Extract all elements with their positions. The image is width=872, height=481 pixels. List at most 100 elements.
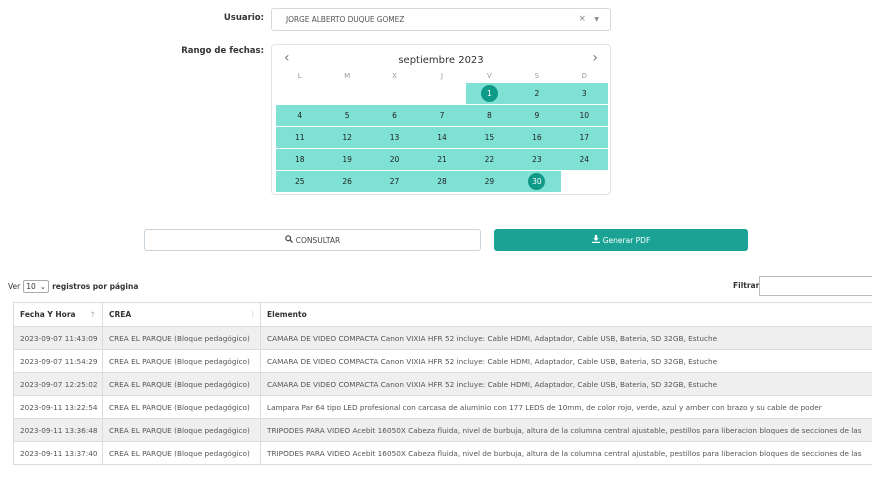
calendar-day-number: 24 xyxy=(579,155,590,164)
calendar-day-selected[interactable]: 30 xyxy=(513,171,561,192)
calendar-day[interactable]: 9 xyxy=(513,105,561,126)
calendar-day[interactable]: 24 xyxy=(560,149,608,170)
calendar-day[interactable]: 12 xyxy=(323,127,371,148)
weekday-label: J xyxy=(440,72,444,80)
user-select[interactable]: JORGE ALBERTO DUQUE GOMEZ × ▼ xyxy=(271,8,611,31)
calendar-day[interactable]: 28 xyxy=(418,171,466,192)
calendar-day[interactable]: 17 xyxy=(560,127,608,148)
calendar-day-number: 27 xyxy=(389,177,400,186)
calendar-day[interactable]: 16 xyxy=(513,127,561,148)
calendar-day[interactable]: 29 xyxy=(465,171,514,192)
calendar-day[interactable]: 25 xyxy=(276,171,324,192)
calendar-day-number: 22 xyxy=(484,155,495,164)
calendar-day[interactable]: 15 xyxy=(465,127,514,148)
calendar-day[interactable]: 6 xyxy=(370,105,419,126)
calendar-day-number: 9 xyxy=(534,111,540,120)
column-header-crea[interactable]: CREA ⁝ xyxy=(102,302,261,327)
calendar-day[interactable]: 5 xyxy=(323,105,371,126)
calendar-month-title: septiembre 2023 xyxy=(398,55,484,66)
table-header-row: Fecha Y Hora ↑ CREA ⁝ Elemento xyxy=(13,302,872,327)
consult-button[interactable]: CONSULTAR xyxy=(144,229,481,251)
generate-pdf-button[interactable]: Generar PDF xyxy=(494,229,748,251)
calendar-day[interactable]: 23 xyxy=(513,149,561,170)
calendar-day-number: 10 xyxy=(579,111,590,120)
cell-date: 2023-09-11 13:37:40 xyxy=(13,441,103,465)
sort-icon: ⁝ xyxy=(251,310,254,319)
calendar-day[interactable]: 26 xyxy=(323,171,371,192)
filter-label: Filtrar xyxy=(733,281,760,290)
column-header-element[interactable]: Elemento xyxy=(260,302,872,327)
page-size-select[interactable]: 10 ⌄ xyxy=(23,280,50,293)
date-range-calendar: ‹ septiembre 2023 › LMXJVSD 1 2 3 4 5 6 7 8 9 10 1… xyxy=(271,44,611,195)
chevron-down-icon[interactable]: ▼ xyxy=(594,16,599,23)
cell-element: TRIPODES PARA VIDEO Acebit 16050X Cabeza… xyxy=(260,441,872,465)
calendar-day[interactable]: 10 xyxy=(560,105,608,126)
calendar-day[interactable]: 19 xyxy=(323,149,371,170)
calendar-empty-cell xyxy=(371,83,418,104)
weekday-header: LMXJVSD xyxy=(276,72,608,80)
cell-element: TRIPODES PARA VIDEO Acebit 16050X Cabeza… xyxy=(260,418,872,442)
table-row[interactable]: 2023-09-11 13:36:48 CREA EL PARQUE (Bloqu… xyxy=(13,418,872,442)
calendar-day-number: 13 xyxy=(389,133,400,142)
calendar-day[interactable]: 21 xyxy=(418,149,466,170)
calendar-day-number: 29 xyxy=(484,177,495,186)
user-label: Usuario: xyxy=(223,13,264,23)
calendar-day[interactable]: 18 xyxy=(276,149,324,170)
calendar-day-number: 15 xyxy=(484,133,495,142)
calendar-empty-cell xyxy=(323,83,370,104)
calendar-day-number: 14 xyxy=(437,133,447,142)
calendar-day[interactable]: 22 xyxy=(465,149,514,170)
close-icon[interactable]: × xyxy=(578,14,586,24)
cell-crea: CREA EL PARQUE (Bloque pedagógico) xyxy=(102,441,261,465)
table-row[interactable]: 2023-09-11 13:37:40 CREA EL PARQUE (Bloqu… xyxy=(13,441,872,465)
cell-crea: CREA EL PARQUE (Bloque pedagógico) xyxy=(102,418,261,442)
calendar-day[interactable]: 4 xyxy=(276,105,324,126)
table-row[interactable]: 2023-09-07 11:54:29 CREA EL PARQUE (Bloqu… xyxy=(13,349,872,373)
calendar-day[interactable]: 2 xyxy=(513,83,561,104)
calendar-day[interactable]: 8 xyxy=(465,105,514,126)
calendar-day-number: 18 xyxy=(294,155,305,164)
calendar-day-number: 21 xyxy=(437,155,447,164)
sort-up-icon: ↑ xyxy=(89,310,96,319)
weekday-label: X xyxy=(392,72,397,80)
calendar-day-selected[interactable]: 1 xyxy=(465,83,514,104)
weekday-label: S xyxy=(534,72,540,80)
consult-button-label: CONSULTAR xyxy=(295,235,341,245)
calendar-day-number: 30 xyxy=(528,173,546,190)
cell-element: CAMARA DE VIDEO COMPACTA Canon VIXIA HFR… xyxy=(260,372,872,396)
download-icon xyxy=(591,235,600,245)
calendar-empty-cell xyxy=(276,83,323,104)
calendar-empty-cell xyxy=(418,83,465,104)
calendar-day-number: 3 xyxy=(581,89,587,98)
calendar-day[interactable]: 20 xyxy=(370,149,419,170)
calendar-days: 1 2 3 4 5 6 7 8 9 10 11 12 13 14 15 16 17 18 19 20 21 22 23 24 2… xyxy=(276,83,608,192)
calendar-day[interactable]: 11 xyxy=(276,127,324,148)
cell-date: 2023-09-07 11:43:09 xyxy=(13,326,103,350)
page-size-prefix: Ver xyxy=(8,282,21,291)
calendar-day[interactable]: 13 xyxy=(370,127,419,148)
filter-input[interactable] xyxy=(759,276,872,296)
generate-pdf-label: Generar PDF xyxy=(602,235,651,245)
table-row[interactable]: 2023-09-07 12:25:02 CREA EL PARQUE (Bloqu… xyxy=(13,372,872,396)
table-row[interactable]: 2023-09-07 11:43:09 CREA EL PARQUE (Bloqu… xyxy=(13,326,872,350)
cell-element: CAMARA DE VIDEO COMPACTA Canon VIXIA HFR… xyxy=(260,326,872,350)
calendar-day[interactable]: 14 xyxy=(418,127,466,148)
cell-crea: CREA EL PARQUE (Bloque pedagógico) xyxy=(102,326,261,350)
table-row[interactable]: 2023-09-11 13:22:54 CREA EL PARQUE (Bloqu… xyxy=(13,395,872,419)
calendar-day-number: 17 xyxy=(579,133,590,142)
calendar-day[interactable]: 3 xyxy=(560,83,608,104)
calendar-day-number: 2 xyxy=(534,89,540,98)
page-size-suffix: registros por página xyxy=(52,282,139,291)
calendar-day-number: 7 xyxy=(439,111,445,120)
calendar-day-number: 11 xyxy=(294,133,305,142)
date-range-label: Rango de fechas: xyxy=(181,46,264,56)
calendar-day[interactable]: 27 xyxy=(370,171,419,192)
calendar-day[interactable]: 7 xyxy=(418,105,466,126)
calendar-day-number: 26 xyxy=(342,177,352,186)
calendar-day-number: 16 xyxy=(532,133,542,142)
page-size-control: Ver 10 ⌄ registros por página xyxy=(8,280,138,293)
column-header-date[interactable]: Fecha Y Hora ↑ xyxy=(13,302,103,327)
calendar-day-number: 12 xyxy=(342,133,352,142)
cell-element: Lampara Par 64 tipo LED profesional con … xyxy=(260,395,872,419)
chevron-right-icon[interactable]: › xyxy=(592,50,598,66)
